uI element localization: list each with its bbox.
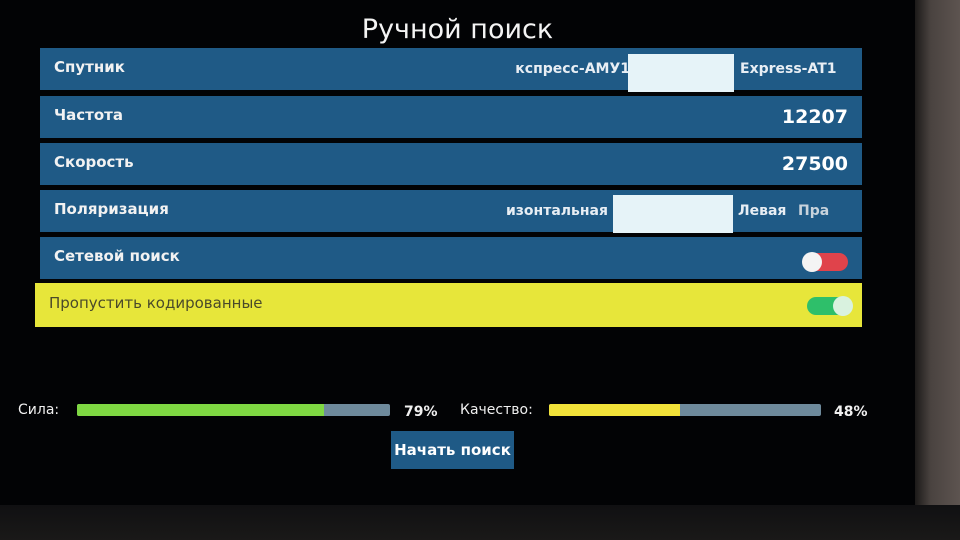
skip-encrypted-toggle[interactable] — [807, 296, 853, 316]
satellite-row[interactable]: Спутник кспресс-АМУ1 Express-AT1 — [40, 48, 862, 92]
toggle-knob — [833, 296, 853, 316]
skip-encrypted-label: Пропустить кодированные — [49, 294, 263, 312]
polarization-label: Поляризация — [54, 200, 169, 218]
strength-meter-fill — [77, 404, 325, 416]
satellite-label: Спутник — [54, 58, 125, 76]
strength-value: 79% — [404, 404, 438, 420]
network-search-toggle[interactable] — [802, 252, 848, 272]
skip-encrypted-row[interactable]: Пропустить кодированные — [35, 283, 862, 327]
frequency-value[interactable]: 12207 — [782, 106, 848, 128]
satellite-option-selected[interactable] — [628, 54, 734, 92]
polarization-option-selected[interactable] — [613, 195, 733, 233]
symbol-rate-row[interactable]: Скорость 27500 — [40, 143, 862, 185]
polarization-option-next[interactable]: Левая — [738, 203, 786, 219]
symbol-rate-label: Скорость — [54, 153, 134, 171]
polarization-picker[interactable]: изонтальная Левая Пра — [500, 190, 862, 233]
page-title: Ручной поиск — [361, 14, 554, 45]
quality-label: Качество: — [460, 402, 533, 418]
toggle-knob — [802, 252, 822, 272]
quality-meter — [549, 404, 821, 416]
strength-meter — [77, 404, 390, 416]
satellite-picker[interactable]: кспресс-АМУ1 Express-AT1 — [510, 48, 862, 92]
tv-bezel-right — [915, 0, 960, 540]
polarization-option-far[interactable]: Пра — [798, 203, 829, 219]
network-search-row[interactable]: Сетевой поиск — [40, 237, 862, 279]
tv-bezel-bottom — [0, 505, 960, 540]
symbol-rate-value[interactable]: 27500 — [782, 153, 848, 175]
quality-meter-fill — [549, 404, 680, 416]
polarization-row[interactable]: Поляризация изонтальная Левая Пра — [40, 190, 862, 233]
frequency-row[interactable]: Частота 12207 — [40, 96, 862, 138]
satellite-option-next[interactable]: Express-AT1 — [740, 61, 837, 77]
frequency-label: Частота — [54, 106, 123, 124]
tv-screen: Ручной поиск Спутник кспресс-АМУ1 Expres… — [0, 0, 915, 505]
satellite-option-prev[interactable]: кспресс-АМУ1 — [515, 61, 630, 77]
polarization-option-prev[interactable]: изонтальная — [506, 203, 608, 219]
start-search-button[interactable]: Начать поиск — [391, 431, 514, 469]
strength-label: Сила: — [18, 402, 60, 418]
network-search-label: Сетевой поиск — [54, 247, 180, 265]
quality-value: 48% — [834, 404, 868, 420]
